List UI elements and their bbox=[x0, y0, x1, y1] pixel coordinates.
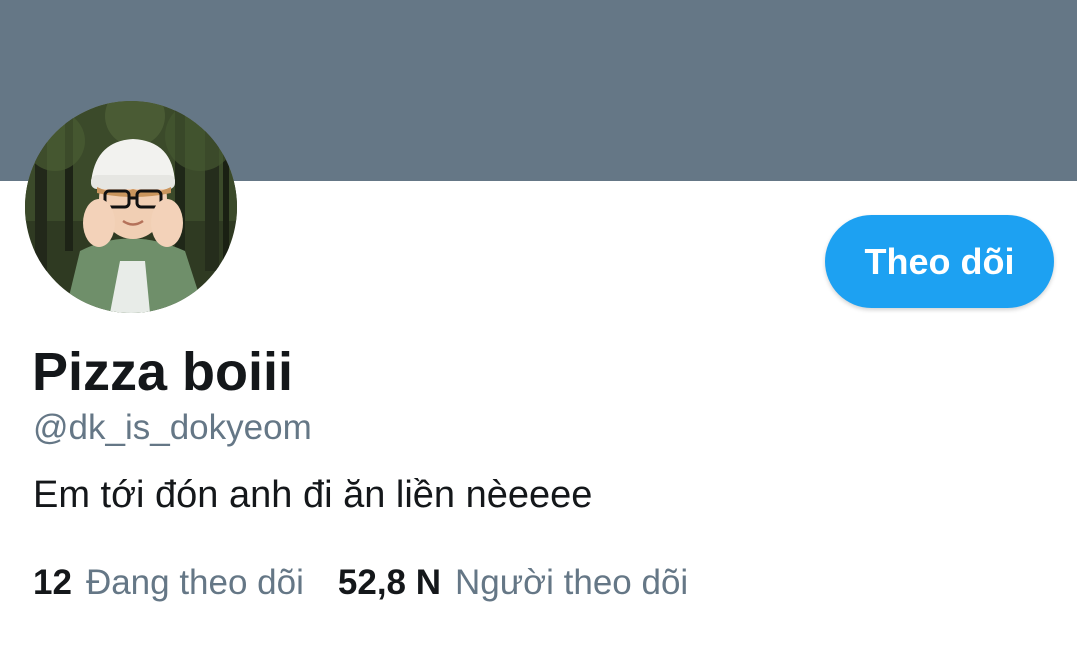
profile-stats: 12 Đang theo dõi 52,8 N Người theo dõi bbox=[33, 561, 722, 605]
profile-bio: Em tới đón anh đi ăn liền nèeeee bbox=[33, 474, 593, 516]
avatar-photo bbox=[25, 101, 237, 313]
follow-button[interactable]: Theo dõi bbox=[825, 215, 1054, 308]
display-name: Pizza boiii bbox=[32, 342, 294, 402]
following-stat[interactable]: 12 Đang theo dõi bbox=[33, 561, 304, 605]
profile-avatar[interactable] bbox=[25, 101, 237, 313]
followers-count: 52,8 N bbox=[337, 563, 442, 602]
user-handle: @dk_is_dokyeom bbox=[33, 408, 312, 447]
followers-stat[interactable]: 52,8 N Người theo dõi bbox=[338, 561, 688, 605]
following-count: 12 bbox=[33, 563, 72, 602]
followers-label: Người theo dõi bbox=[455, 563, 689, 602]
following-label: Đang theo dõi bbox=[85, 563, 304, 602]
